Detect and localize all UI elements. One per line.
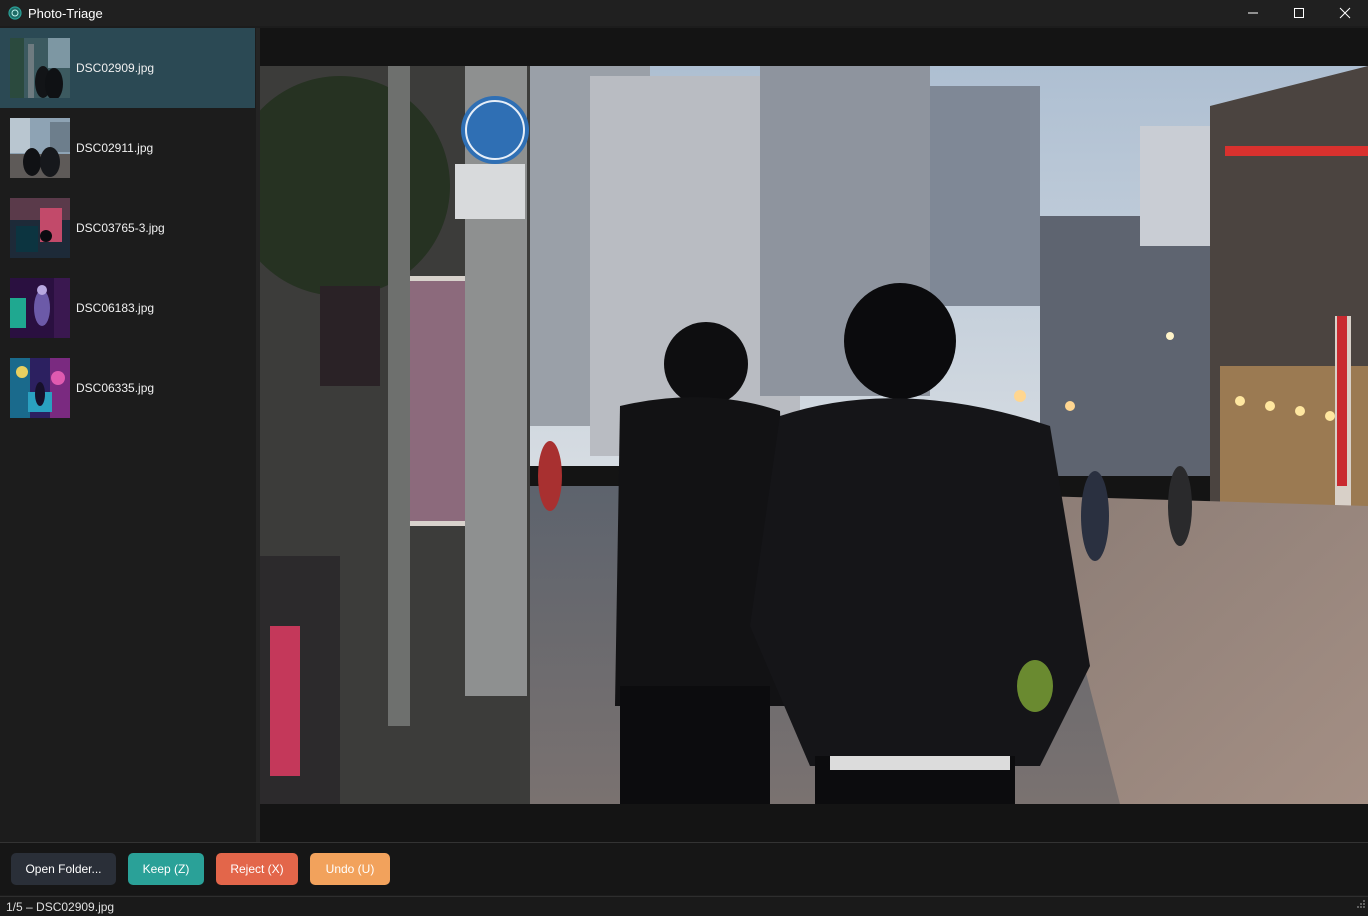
reject-button[interactable]: Reject (X) [216,853,298,885]
thumbnail [10,118,70,178]
close-icon [1339,7,1351,19]
file-name: DSC02911.jpg [76,141,154,155]
image-viewer [260,28,1368,842]
file-list: DSC02909.jpg DSC02911.jpg DSC03765-3.jpg… [0,28,256,842]
file-name: DSC06335.jpg [76,381,155,395]
photo-preview [260,66,1368,804]
file-name: DSC03765-3.jpg [76,221,165,235]
resize-grip-icon[interactable] [1356,896,1366,914]
thumbnail [10,198,70,258]
app-title: Photo-Triage [28,5,103,21]
action-toolbar: Open Folder... Keep (Z) Reject (X) Undo … [0,843,1368,895]
file-list-item[interactable]: DSC02911.jpg [0,108,255,188]
title-bar: Photo-Triage [0,0,1368,26]
file-list-item[interactable]: DSC03765-3.jpg [0,188,255,268]
file-list-item[interactable]: DSC02909.jpg [0,28,255,108]
file-name: DSC02909.jpg [76,61,155,75]
undo-button[interactable]: Undo (U) [310,853,390,885]
file-list-item[interactable]: DSC06183.jpg [0,268,255,348]
window-controls [1230,0,1368,26]
thumbnail [10,278,70,338]
thumbnail [10,358,70,418]
maximize-button[interactable] [1276,0,1322,26]
app-logo-icon [8,6,22,20]
thumbnail [10,38,70,98]
status-text: 1/5 – DSC02909.jpg [6,900,115,914]
maximize-icon [1294,8,1304,18]
file-name: DSC06183.jpg [76,301,155,315]
minimize-button[interactable] [1230,0,1276,26]
open-folder-button[interactable]: Open Folder... [11,853,116,885]
file-list-item[interactable]: DSC06335.jpg [0,348,255,428]
minimize-icon [1248,12,1258,14]
status-bar: 1/5 – DSC02909.jpg [0,896,1368,916]
close-button[interactable] [1322,0,1368,26]
keep-button[interactable]: Keep (Z) [128,853,204,885]
